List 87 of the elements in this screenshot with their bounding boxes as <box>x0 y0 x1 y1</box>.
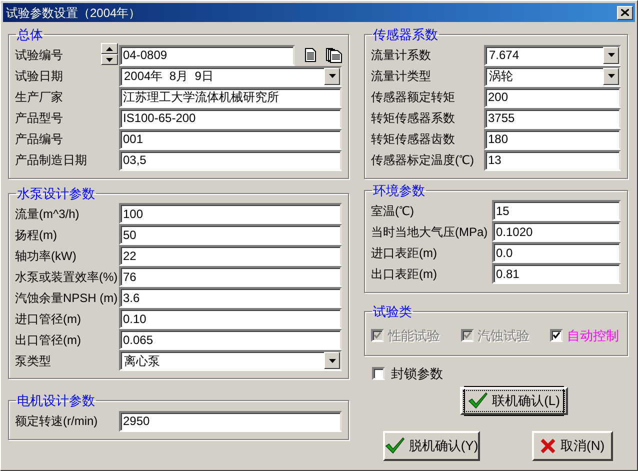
documents-icon[interactable] <box>326 48 342 62</box>
spinner-button[interactable] <box>101 43 118 54</box>
checkbox-label: 汽蚀试验 <box>478 326 530 344</box>
dropdown-field[interactable]: 涡轮 <box>484 66 621 86</box>
check-icon <box>464 332 470 339</box>
field-label: 产品制造日期 <box>15 152 88 169</box>
group-title: 环境参数 <box>372 182 426 200</box>
cross-icon <box>540 438 556 454</box>
dropdown-field[interactable]: 2004年 8月 9日 <box>119 66 342 86</box>
field-label: 流量(m^3/h) <box>15 206 80 222</box>
field-label: 传感器额定转矩 <box>371 89 456 106</box>
input-field[interactable]: 200 <box>484 86 621 108</box>
field-label: 产品编号 <box>15 131 64 148</box>
group-title: 传感器系数 <box>372 26 439 44</box>
up-arrow-icon <box>106 46 113 50</box>
group-title: 电机设计参数 <box>16 392 96 410</box>
field-label: 扬程(m) <box>15 226 58 244</box>
field-label: 试验日期 <box>15 68 64 85</box>
dropdown-button[interactable] <box>603 68 619 84</box>
input-field[interactable]: 0.81 <box>492 263 621 284</box>
field-label: 额定转速(r/min) <box>15 413 99 430</box>
check-icon <box>374 332 381 339</box>
check-icon <box>553 332 560 339</box>
field-label: 产品型号 <box>15 110 64 127</box>
window-title: 试验参数设置（2004年） <box>6 4 141 22</box>
field-label: 轴功率(kW) <box>15 248 78 264</box>
group-title: 总体 <box>16 26 44 44</box>
input-field[interactable]: 50 <box>119 224 342 245</box>
checkbox-label: 封锁参数 <box>391 365 443 383</box>
close-icon <box>621 9 629 16</box>
input-field[interactable]: 76 <box>119 266 342 287</box>
field-label: 汽蚀余量NPSH (m) <box>15 290 119 306</box>
group-title: 试验类 <box>372 303 413 321</box>
input-field[interactable]: 22 <box>119 245 342 266</box>
checkbox[interactable] <box>550 328 563 342</box>
input-field[interactable]: 0.065 <box>119 329 342 350</box>
input-field[interactable]: 2950 <box>119 410 342 432</box>
caret-icon <box>328 358 336 362</box>
input-field[interactable]: 04-0809 <box>119 44 295 66</box>
field-label: 水泵或装置效率(%) <box>15 268 119 286</box>
dropdown-field[interactable]: 离心泵 <box>119 350 342 371</box>
field-label: 转矩传感器系数 <box>371 110 456 127</box>
group-title: 水泵设计参数 <box>16 184 96 202</box>
field-label: 出口管径(m) <box>15 332 82 348</box>
dropdown-button[interactable] <box>603 46 619 64</box>
checkbox[interactable] <box>372 367 385 380</box>
checkbox-label: 自动控制 <box>567 326 619 344</box>
check-icon <box>468 392 488 409</box>
caret-icon <box>328 74 336 78</box>
dropdown-button[interactable] <box>324 68 340 84</box>
input-field[interactable]: 03,5 <box>119 150 342 170</box>
input-field[interactable]: 15 <box>492 200 621 221</box>
input-field[interactable]: 001 <box>119 128 342 150</box>
dropdown-field[interactable]: 7.674 <box>484 44 621 66</box>
field-label: 当时当地大气压(MPa) <box>371 224 489 240</box>
check-icon <box>384 437 405 454</box>
dropdown-button[interactable] <box>324 352 340 369</box>
field-label: 流量计系数 <box>371 47 432 64</box>
field-label: 试验编号 <box>15 47 64 64</box>
input-field[interactable]: 0.0 <box>492 242 621 263</box>
field-label: 出口表距(m) <box>371 266 438 282</box>
field-label: 生产厂家 <box>15 89 64 106</box>
field-label: 进口管径(m) <box>15 310 82 328</box>
caret-icon <box>608 74 614 78</box>
document-icon[interactable] <box>305 48 316 62</box>
button[interactable]: 取消(N) <box>532 430 613 460</box>
field-label: 流量计类型 <box>371 68 432 85</box>
field-label: 室温(℃) <box>371 202 415 220</box>
field-label: 进口表距(m) <box>371 244 438 262</box>
input-field[interactable]: 3.6 <box>119 287 342 308</box>
down-arrow-icon <box>106 58 113 62</box>
button[interactable]: 脱机确认(Y) <box>383 430 480 460</box>
input-field[interactable]: 0.1020 <box>492 221 621 242</box>
input-field[interactable]: 0.10 <box>119 308 342 329</box>
input-field[interactable]: 13 <box>484 150 621 170</box>
close-button[interactable] <box>617 6 633 20</box>
input-field[interactable]: 江苏理工大学流体机械研究所 <box>119 86 342 108</box>
field-label: 传感器标定温度(℃) <box>371 152 475 169</box>
caret-icon <box>608 53 614 57</box>
input-field[interactable]: 3755 <box>484 108 621 128</box>
field-label: 泵类型 <box>15 352 52 370</box>
input-field[interactable]: 100 <box>119 203 342 224</box>
input-field[interactable]: 180 <box>484 128 621 150</box>
spinner-button[interactable] <box>101 54 118 65</box>
input-field[interactable]: IS100-65-200 <box>119 108 342 128</box>
checkbox-label: 性能试验 <box>388 326 440 344</box>
field-label: 转矩传感器齿数 <box>371 131 456 148</box>
